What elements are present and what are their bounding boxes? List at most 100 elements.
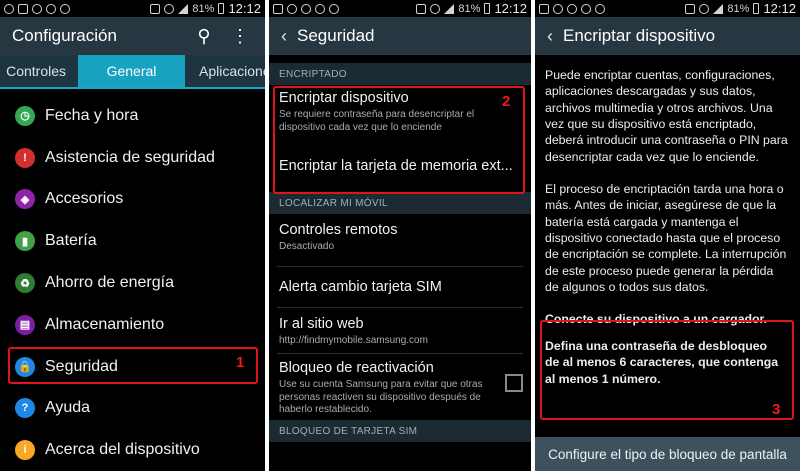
alarm-icon: [685, 3, 696, 14]
encrypt-device-panel: 81% 12:12 ‹ Encriptar dispositivo Puede …: [535, 0, 800, 471]
reactivation-lock-item[interactable]: Bloqueo de reactivación Use su cuenta Sa…: [269, 354, 531, 420]
image-icon: [539, 3, 549, 14]
website-label: Ir al sitio web: [279, 316, 364, 332]
status-bar: 81% 12:12: [535, 0, 800, 17]
battery-percent: 81%: [727, 2, 750, 15]
settings-item-label: Ahorro de energía: [45, 274, 174, 292]
settings-item-label: Accesorios: [45, 190, 124, 208]
wifi-icon: [699, 3, 710, 14]
website-item[interactable]: Ir al sitio web http://findmymobile.sams…: [269, 308, 531, 353]
alarm-icon: [150, 3, 161, 14]
app-bar: ‹ Encriptar dispositivo: [535, 17, 800, 55]
settings-item-label: Batería: [45, 232, 97, 250]
headset-icon: [595, 3, 605, 14]
settings-item-label: Ayuda: [45, 399, 91, 417]
reactivation-lock-label: Bloqueo de reactivación: [279, 360, 434, 376]
settings-item[interactable]: ? Ayuda: [0, 388, 265, 430]
battery-icon: ▮: [15, 231, 35, 252]
app-bar: ‹ Seguridad: [269, 17, 531, 55]
page-title: Encriptar dispositivo: [563, 26, 716, 45]
clock-icon: ◷: [15, 105, 35, 126]
page-title: Configuración: [12, 26, 117, 45]
settings-item-label: Acerca del dispositivo: [45, 441, 200, 459]
signal-icon: [444, 3, 455, 14]
reactivation-checkbox[interactable]: [505, 374, 523, 392]
remote-controls-label: Controles remotos: [279, 222, 398, 238]
whatsapp-icon: [567, 3, 577, 14]
highlight-box: [273, 86, 525, 194]
highlight-box: [8, 347, 258, 384]
help-icon: ?: [15, 398, 35, 419]
notification-icon: [4, 3, 14, 14]
image-icon: [18, 3, 28, 14]
battery-icon: [218, 3, 225, 14]
settings-item[interactable]: ▮ Batería: [0, 220, 265, 262]
headset-icon: [329, 3, 339, 14]
tab-aplicaciones[interactable]: Aplicaciones: [185, 55, 265, 87]
step-marker: 2: [502, 93, 511, 110]
intro-paragraph: Puede encriptar cuentas, configuraciones…: [545, 68, 788, 164]
settings-item[interactable]: ! Asistencia de seguridad: [0, 137, 265, 179]
app-bar: Configuración ⚲ ⋮: [0, 17, 265, 55]
settings-item[interactable]: ◈ Accesorios: [0, 179, 265, 221]
power-saving-icon: ♻: [15, 273, 35, 294]
battery-icon: [753, 3, 760, 14]
info-icon: i: [15, 440, 35, 461]
back-arrow-icon[interactable]: ‹: [547, 26, 553, 47]
alert-icon: !: [15, 147, 35, 168]
whatsapp-icon: [315, 3, 325, 14]
whatsapp-icon: [301, 3, 311, 14]
whatsapp-icon: [46, 3, 56, 14]
reactivation-lock-desc: Use su cuenta Samsung para evitar que ot…: [279, 379, 483, 415]
settings-item-label: Almacenamiento: [45, 315, 165, 333]
settings-item[interactable]: ▤ Almacenamiento: [0, 304, 265, 346]
accessory-icon: ◈: [15, 189, 35, 210]
settings-item[interactable]: ♻ Ahorro de energía: [0, 262, 265, 304]
highlight-box: [540, 320, 794, 420]
status-bar: 81% 12:12: [0, 0, 265, 17]
section-header-encrypt: ENCRIPTADO: [269, 63, 531, 85]
signal-icon: [713, 3, 724, 14]
wifi-icon: [430, 3, 441, 14]
headset-icon: [60, 3, 70, 14]
sim-alert-item[interactable]: Alerta cambio tarjeta SIM: [269, 267, 531, 307]
clock: 12:12: [228, 1, 261, 16]
sim-alert-label: Alerta cambio tarjeta SIM: [279, 279, 442, 295]
more-options-icon[interactable]: ⋮: [227, 26, 253, 47]
notification-icon: [287, 3, 297, 14]
wifi-icon: [164, 3, 175, 14]
notification-icon: [553, 3, 563, 14]
battery-percent: 81%: [458, 2, 481, 15]
website-url: http://findmymobile.samsung.com: [279, 335, 428, 346]
page-title: Seguridad: [297, 26, 375, 45]
process-paragraph: El proceso de encriptación tarda una hor…: [545, 182, 787, 295]
status-bar: 81% 12:12: [269, 0, 531, 17]
remote-controls-item[interactable]: Controles remotos Desactivado: [269, 214, 531, 266]
tab-bar: Controles General Aplicaciones: [0, 55, 265, 89]
clock: 12:12: [763, 1, 796, 16]
settings-item-label: Fecha y hora: [45, 106, 139, 124]
step-marker: 3: [772, 401, 781, 418]
set-screen-lock-button[interactable]: Configure el tipo de bloqueo de pantalla: [535, 437, 800, 471]
tab-controles[interactable]: Controles: [0, 55, 78, 87]
signal-icon: [178, 3, 189, 14]
battery-icon: [484, 3, 491, 14]
settings-item[interactable]: i Acerca del dispositivo: [0, 429, 265, 471]
security-panel: 81% 12:12 ‹ Seguridad ENCRIPTADO Encript…: [269, 0, 531, 471]
alarm-icon: [416, 3, 427, 14]
battery-percent: 81%: [192, 2, 215, 15]
whatsapp-icon: [32, 3, 42, 14]
settings-list: ◷ Fecha y hora ! Asistencia de seguridad ◈ Ac…: [0, 89, 265, 471]
section-header-find: LOCALIZAR MI MÓVIL: [269, 192, 531, 214]
clock: 12:12: [494, 1, 527, 16]
search-icon[interactable]: ⚲: [191, 26, 217, 47]
settings-panel: 81% 12:12 Configuración ⚲ ⋮ Controles Ge…: [0, 0, 265, 471]
whatsapp-icon: [581, 3, 591, 14]
step-marker: 1: [236, 354, 245, 371]
image-icon: [273, 3, 283, 14]
storage-icon: ▤: [15, 314, 35, 335]
tab-general[interactable]: General: [78, 55, 185, 87]
remote-controls-status: Desactivado: [279, 241, 335, 252]
settings-item[interactable]: ◷ Fecha y hora: [0, 95, 265, 137]
back-arrow-icon[interactable]: ‹: [281, 26, 287, 47]
